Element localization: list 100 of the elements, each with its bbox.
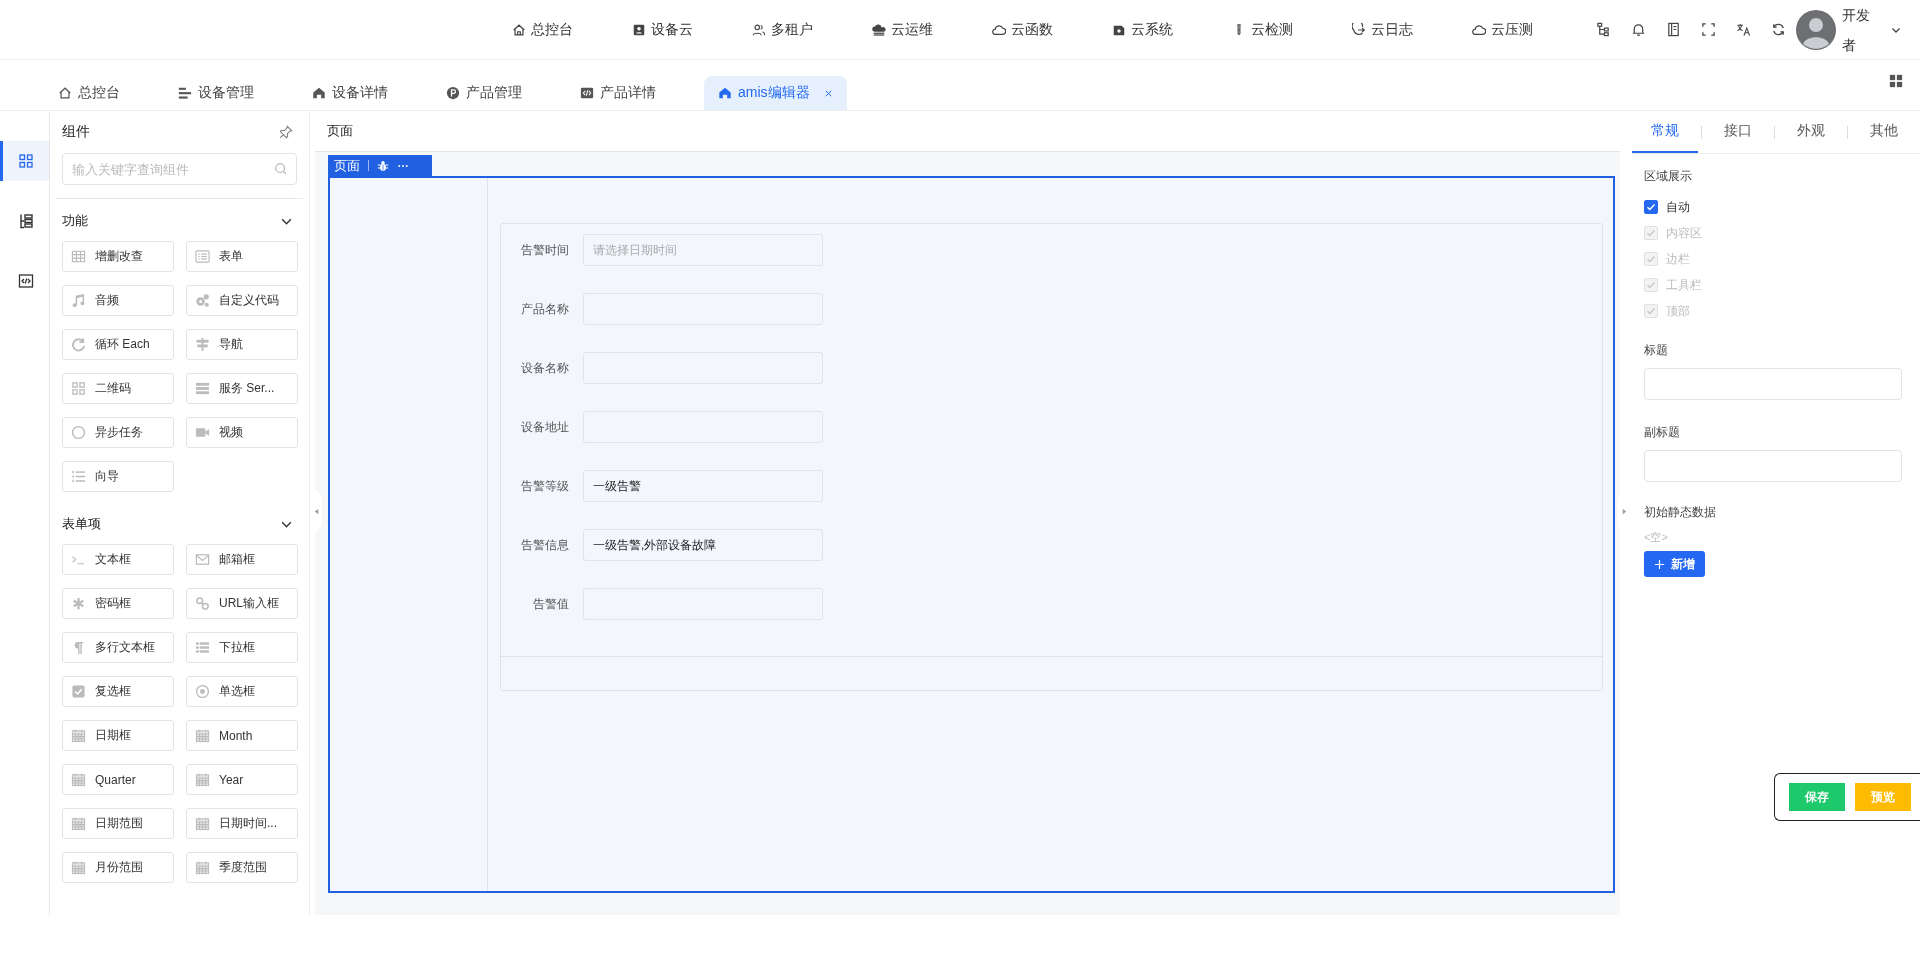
page-tab[interactable]: 产品管理 [436,76,532,110]
apps-grid-icon[interactable] [1889,74,1903,88]
tree-icon [18,213,34,229]
nav-link[interactable]: 总控台 [512,20,632,39]
component-item[interactable]: 向导 [62,461,174,492]
search-field[interactable]: 输入关键字查询组件 [62,153,297,185]
plus-icon [1654,558,1665,570]
settings-tab[interactable]: 常规 [1632,111,1698,153]
nav-link[interactable]: 云压测 [1472,20,1592,39]
input-field[interactable]: 一级告警 [583,470,823,502]
avatar[interactable] [1796,9,1836,50]
page-tab[interactable]: 设备详情 [302,76,398,110]
component-item[interactable]: 表单 [186,241,298,272]
component-item[interactable]: 文本框 [62,544,174,575]
cloud-icon [992,22,1006,37]
panel-title: 组件 [62,123,90,141]
server-icon [195,381,210,396]
refresh-icon[interactable] [1771,22,1786,37]
field-label: 设备地址 [520,418,569,436]
translate-icon[interactable] [1736,22,1751,37]
steps-icon [71,469,86,484]
input-field[interactable]: 一级告警,外部设备故障 [583,529,823,561]
nav-link[interactable]: 云函数 [992,20,1112,39]
page-tab[interactable]: amis编辑器 [704,76,847,110]
calendar-icon [195,728,210,743]
component-item[interactable]: 日期范围 [62,808,174,839]
input-field[interactable]: 请选择日期时间 [583,234,823,266]
component-item[interactable]: 异步任务 [62,417,174,448]
component-item[interactable]: 视频 [186,417,298,448]
settings-tab[interactable]: 其他 [1851,111,1917,153]
component-item[interactable]: 日期框 [62,720,174,751]
calendar-icon [71,728,86,743]
component-item[interactable]: 下拉框 [186,632,298,663]
component-item[interactable]: 单选框 [186,676,298,707]
nav-link[interactable]: 云运维 [872,20,992,39]
product-icon [446,86,460,100]
component-item[interactable]: 音频 [62,285,174,316]
field-label: 告警信息 [520,536,569,554]
qr-icon [71,381,86,396]
bug-icon[interactable] [377,159,389,172]
mail-icon [195,552,210,567]
pin-icon[interactable] [279,125,293,139]
check-icon [1645,201,1657,213]
field-label: 告警等级 [520,477,569,495]
checkbox-label: 内容区 [1666,224,1702,242]
component-item[interactable]: 自定义代码 [186,285,298,316]
nav-link[interactable]: 设备云 [632,20,752,39]
loop-icon [71,337,86,352]
input-field[interactable] [1644,450,1902,482]
nav-link[interactable]: 云系统 [1112,20,1232,39]
component-item[interactable]: 邮箱框 [186,544,298,575]
components-tab[interactable] [0,141,49,181]
component-item[interactable]: 导航 [186,329,298,360]
page-tab[interactable]: 总控台 [48,76,130,110]
component-item[interactable]: 季度范围 [186,852,298,883]
settings-tab[interactable]: 外观 [1778,111,1844,153]
user-name[interactable]: 开发者 [1842,0,1872,60]
form-icon [195,249,210,264]
nav-link[interactable]: 多租户 [752,20,872,39]
calendar-icon [195,860,210,875]
bullets-icon [195,640,210,655]
document-icon[interactable] [1666,22,1681,37]
exit-icon [1352,22,1366,37]
group-title: 功能 [62,212,88,230]
component-item[interactable]: 循环 Each [62,329,174,360]
calendar-icon [71,816,86,831]
sitemap-icon[interactable] [1596,22,1611,37]
field-label: 产品名称 [520,300,569,318]
section-label: 区域展示 [1644,168,1693,185]
nav-link[interactable]: 云检测 [1232,20,1352,39]
checkbox-label: 自动 [1666,198,1690,216]
calendar-icon [71,772,86,787]
settings-tab[interactable]: 接口 [1705,111,1771,153]
component-item[interactable]: Year [186,764,298,795]
bell-icon[interactable] [1631,22,1646,37]
nav-link[interactable]: 云日志 [1352,20,1472,39]
close-icon[interactable] [823,88,833,98]
page-tab[interactable]: 设备管理 [168,76,264,110]
asterisk-icon [71,596,86,611]
component-item[interactable]: Month [186,720,298,751]
component-item[interactable]: 日期时间... [186,808,298,839]
component-item[interactable]: 二维码 [62,373,174,404]
component-item[interactable]: 增删改查 [62,241,174,272]
id-card-icon [632,22,646,37]
component-item[interactable]: URL输入框 [186,588,298,619]
component-item[interactable]: Quarter [62,764,174,795]
grid-icon [18,153,34,169]
checkbox[interactable] [1644,200,1658,214]
component-item[interactable]: 多行文本框 [62,632,174,663]
component-item[interactable]: 月份范围 [62,852,174,883]
component-item[interactable]: 密码框 [62,588,174,619]
component-item[interactable]: 复选框 [62,676,174,707]
input-field[interactable] [1644,368,1902,400]
grid-icon [71,249,86,264]
search-icon [274,162,288,176]
component-item[interactable]: 服务 Ser... [186,373,298,404]
fullscreen-icon[interactable] [1701,22,1716,37]
home-icon [512,22,526,37]
page-tab[interactable]: 产品详情 [570,76,666,110]
add-button[interactable]: 新增 [1644,551,1705,577]
